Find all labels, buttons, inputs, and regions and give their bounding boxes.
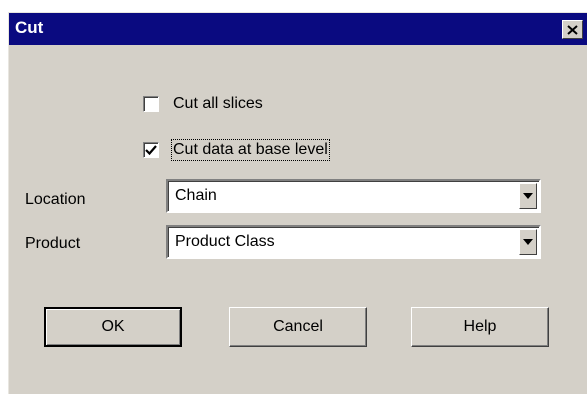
- checkmark-icon: [145, 144, 157, 155]
- dialog-title: Cut: [15, 18, 44, 37]
- cut-all-slices-option[interactable]: Cut all slices: [143, 95, 263, 113]
- location-select[interactable]: Chain: [166, 179, 541, 213]
- cut-base-level-option[interactable]: Cut data at base level: [143, 139, 330, 161]
- title-bar: Cut: [9, 13, 587, 45]
- chevron-down-icon: [523, 239, 533, 245]
- cut-all-slices-checkbox[interactable]: [143, 96, 159, 112]
- chevron-down-icon: [523, 193, 533, 199]
- help-button[interactable]: Help: [411, 307, 549, 347]
- close-button[interactable]: [562, 20, 583, 39]
- product-select[interactable]: Product Class: [166, 225, 541, 259]
- close-icon: [567, 24, 578, 35]
- product-value: Product Class: [175, 233, 275, 250]
- location-dropdown-button[interactable]: [519, 183, 537, 209]
- cut-base-level-label: Cut data at base level: [171, 139, 330, 161]
- cut-dialog: Cut Cut all slices Cut data at base leve…: [8, 12, 587, 394]
- product-dropdown-button[interactable]: [519, 229, 537, 255]
- product-label: Product: [25, 235, 81, 252]
- cut-base-level-checkbox[interactable]: [143, 142, 159, 158]
- cut-all-slices-label: Cut all slices: [173, 95, 263, 112]
- ok-button[interactable]: OK: [44, 307, 182, 347]
- location-value: Chain: [175, 187, 217, 204]
- cancel-button[interactable]: Cancel: [229, 307, 367, 347]
- location-label: Location: [25, 191, 86, 208]
